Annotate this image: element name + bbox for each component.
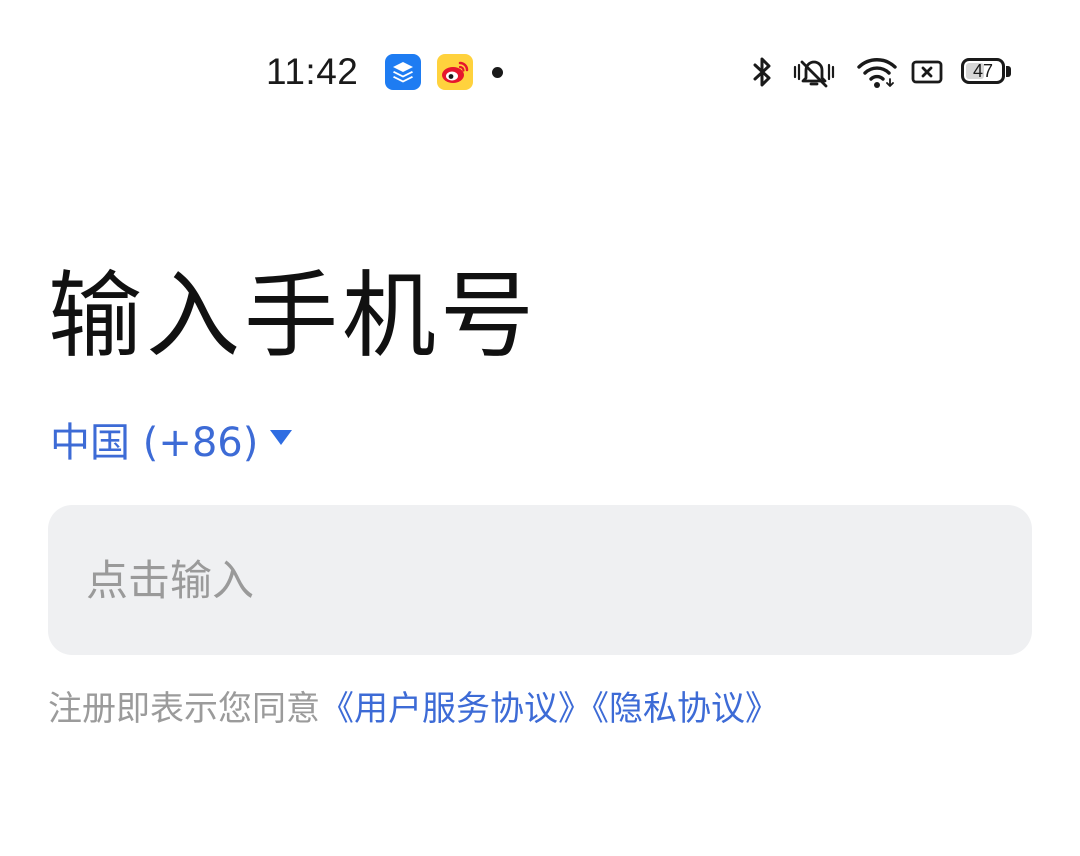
agreement-text: 注册即表示您同意《用户服务协议》《隐私协议》	[48, 684, 779, 734]
no-sim-icon	[910, 54, 944, 94]
country-code-label: 中国 (+86)	[50, 420, 259, 466]
login-phone-screen: 11:42 47 输入手机号 中国 (+86) 点击输入 注册即表示您同意《用户…	[0, 0, 1080, 856]
phone-input-container	[48, 505, 1032, 655]
page-title: 输入手机号	[48, 262, 539, 371]
battery-level: 47	[972, 61, 994, 81]
battery-icon: 47	[961, 58, 1005, 84]
phone-number-input[interactable]	[86, 505, 986, 655]
triangle-down-icon	[270, 429, 293, 445]
privacy-policy-link[interactable]: 《隐私协议》	[592, 689, 779, 729]
status-time: 11:42	[266, 51, 359, 92]
vibrate-icon	[790, 54, 838, 94]
weibo-app-icon	[437, 54, 473, 90]
bluetooth-icon	[748, 54, 776, 94]
user-agreement-link[interactable]: 《用户服务协议》	[320, 689, 592, 729]
layers-app-icon	[385, 54, 421, 90]
wifi-icon	[856, 54, 898, 94]
agreement-prefix: 注册即表示您同意	[48, 689, 320, 729]
status-bar: 11:42 47	[0, 0, 1080, 140]
country-code-selector[interactable]: 中国 (+86)	[50, 418, 293, 468]
battery-cap	[1006, 66, 1011, 77]
notification-dot	[492, 67, 503, 78]
